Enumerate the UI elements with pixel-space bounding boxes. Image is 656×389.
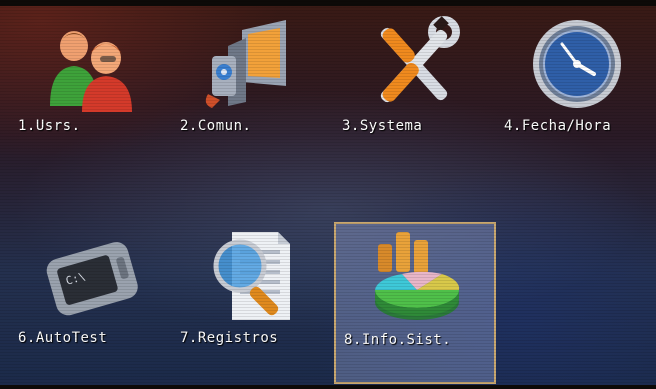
records-magnifier-icon — [198, 228, 308, 324]
device-screen: 1.Usrs. 2.Comun. 3.Systema 4.Fecha/Hora … — [0, 0, 656, 389]
menu-item-label: 7.Registros — [180, 330, 279, 346]
screen-bezel-top — [0, 0, 656, 6]
menu-item-communication[interactable]: 2.Comun. — [172, 10, 334, 172]
menu-item-label: 8.Info.Sist. — [344, 332, 452, 348]
menu-item-autotest[interactable]: C:\ 6.AutoTest — [10, 222, 172, 384]
communication-icon — [198, 16, 308, 112]
tools-icon — [360, 16, 470, 112]
menu-item-system-info[interactable]: 8.Info.Sist. — [334, 222, 496, 384]
menu-item-date-time[interactable]: 4.Fecha/Hora — [496, 10, 656, 172]
menu-item-system[interactable]: 3.Systema — [334, 10, 496, 172]
screen-bezel-bottom — [0, 385, 656, 389]
menu-item-records[interactable]: 7.Registros — [172, 222, 334, 384]
menu-item-label: 2.Comun. — [180, 118, 252, 134]
autotest-icon: C:\ — [36, 228, 146, 324]
menu-item-users[interactable]: 1.Usrs. — [10, 10, 172, 172]
clock-icon — [522, 16, 632, 112]
menu-item-label: 3.Systema — [342, 118, 423, 134]
system-info-chart-icon — [362, 230, 472, 326]
users-icon — [36, 16, 146, 112]
menu-item-label: 1.Usrs. — [18, 118, 81, 134]
menu-item-label: 6.AutoTest — [18, 330, 108, 346]
menu-item-label: 4.Fecha/Hora — [504, 118, 612, 134]
